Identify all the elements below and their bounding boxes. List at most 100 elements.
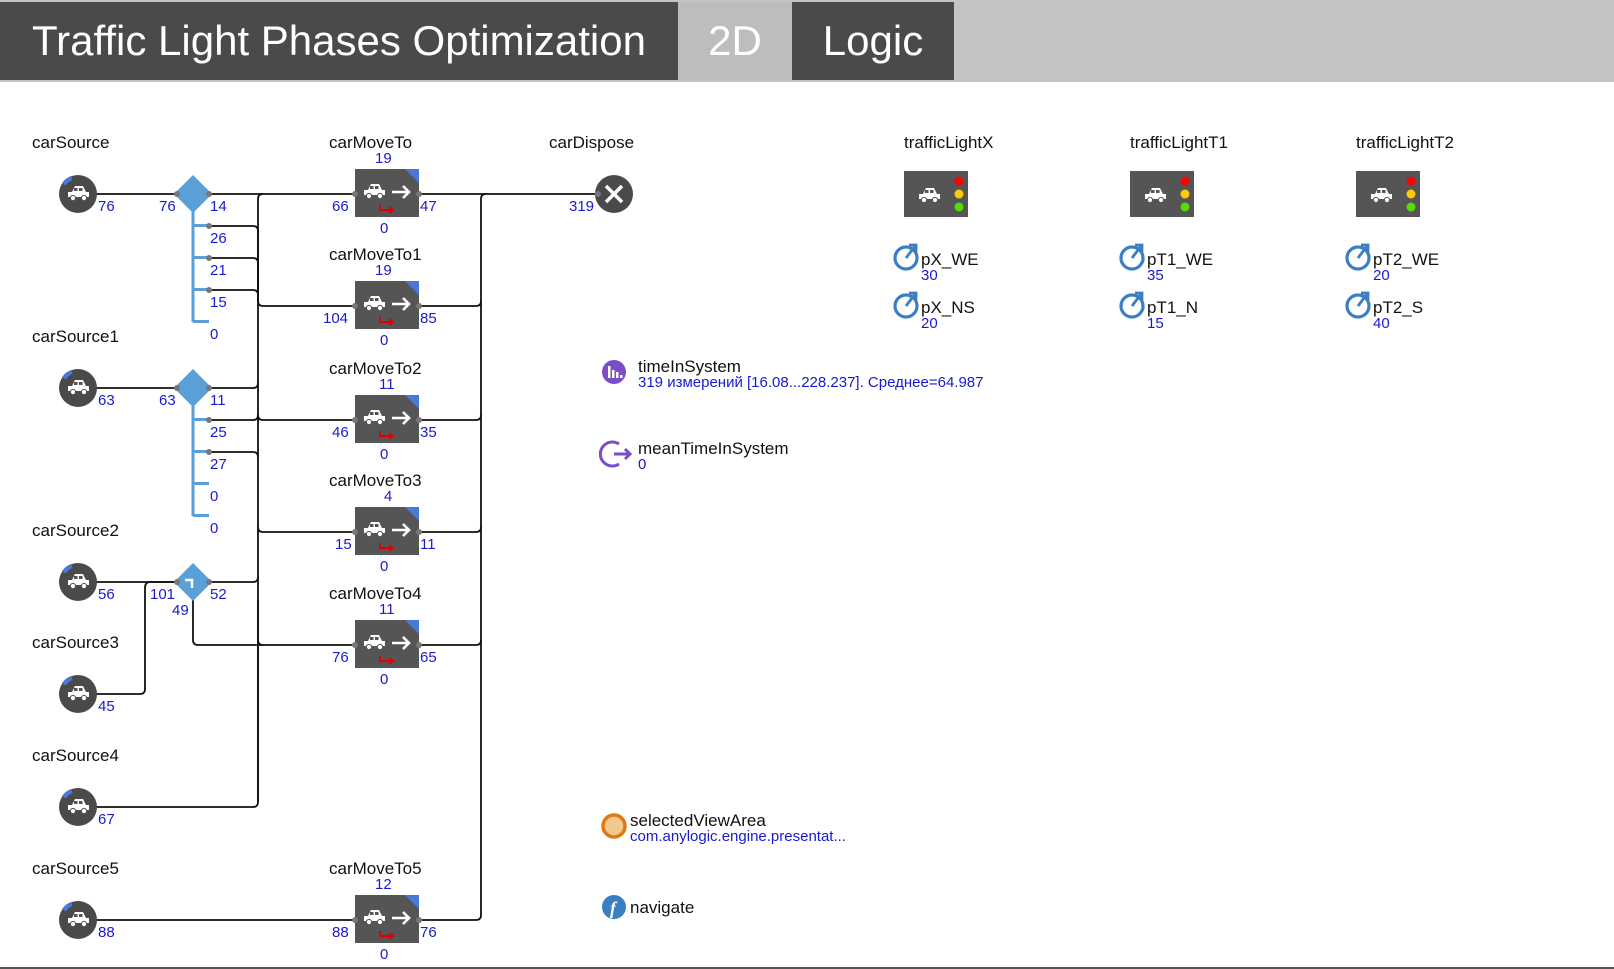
select-out-count: 27 — [210, 456, 227, 473]
move-to-in-count: 46 — [332, 424, 349, 441]
traffic-light-label: trafficLightT1 — [1130, 133, 1228, 152]
tab-2d[interactable]: 2D — [678, 2, 792, 80]
function-label: navigate — [630, 898, 694, 917]
select-out-count: 15 — [210, 294, 227, 311]
car-move-to-2[interactable]: carMoveTo2 11 46 35 0 — [329, 359, 437, 463]
move-to-bottom-count: 0 — [380, 446, 388, 463]
move-to-out-count: 65 — [420, 649, 437, 666]
move-to-label: carMoveTo2 — [329, 359, 422, 378]
move-to-in-count: 88 — [332, 924, 349, 941]
car-move-to[interactable]: carMoveTo 19 66 47 0 — [329, 133, 437, 237]
move-to-label: carMoveTo4 — [329, 584, 422, 603]
variable-value: com.anylogic.engine.presentat... — [630, 828, 846, 845]
select-out-count: 0 — [210, 520, 218, 537]
dispose-label: carDispose — [549, 133, 634, 152]
traffic-light-t2[interactable]: trafficLightT2 — [1356, 133, 1454, 217]
parameter-value: 20 — [1373, 267, 1390, 284]
parameter-value: 15 — [1147, 315, 1164, 332]
move-to-bottom-count: 0 — [380, 220, 388, 237]
source-label: carSource — [32, 133, 109, 152]
parameter-pt1-n[interactable]: pT1_N 15 — [1119, 291, 1198, 332]
source-label: carSource1 — [32, 327, 119, 346]
parameter-value: 20 — [921, 315, 938, 332]
select-output-2[interactable]: 101 52 49 — [150, 563, 227, 619]
model-title: Traffic Light Phases Optimization — [0, 2, 678, 80]
connectors — [78, 193, 595, 921]
dataset-stats: 319 измерений [16.08...228.237]. Среднее… — [638, 374, 983, 391]
select-out-count: 0 — [210, 488, 218, 505]
variable-value: 0 — [638, 456, 646, 473]
move-to-top-count: 4 — [384, 488, 392, 505]
select-in-count: 101 — [150, 586, 175, 603]
select-out-count: 14 — [210, 198, 227, 215]
move-to-top-count: 11 — [379, 601, 395, 618]
move-to-bottom-count: 0 — [380, 671, 388, 688]
move-to-top-count: 12 — [375, 876, 392, 893]
source-count: 76 — [98, 198, 115, 215]
select-out-count: 26 — [210, 230, 227, 247]
parameter-pt2-we[interactable]: pT2_WE 20 — [1345, 243, 1439, 284]
move-to-bottom-count: 0 — [380, 558, 388, 575]
parameter-pt2-s[interactable]: pT2_S 40 — [1345, 291, 1423, 332]
traffic-light-x[interactable]: trafficLightX — [904, 133, 993, 217]
move-to-out-count: 85 — [420, 310, 437, 327]
selected-view-area-variable[interactable]: selectedViewArea com.anylogic.engine.pre… — [601, 811, 846, 845]
parameter-value: 30 — [921, 267, 938, 284]
source-label: carSource3 — [32, 633, 119, 652]
source-count: 67 — [98, 811, 115, 828]
navigate-function[interactable]: f navigate — [602, 895, 694, 919]
tab-logic[interactable]: Logic — [792, 2, 954, 80]
move-to-bottom-count: 0 — [380, 946, 388, 963]
select-out-count: 11 — [210, 392, 226, 409]
source-label: carSource2 — [32, 521, 119, 540]
car-source-1[interactable]: carSource1 63 — [32, 327, 119, 409]
car-move-to-1[interactable]: carMoveTo1 19 104 85 0 — [323, 245, 437, 349]
parameter-px-we[interactable]: pX_WE 30 — [893, 243, 979, 284]
variable-label: meanTimeInSystem — [638, 439, 789, 458]
car-source-4[interactable]: carSource4 67 — [32, 746, 119, 828]
move-to-label: carMoveTo — [329, 133, 412, 152]
traffic-light-label: trafficLightT2 — [1356, 133, 1454, 152]
move-to-in-count: 15 — [335, 536, 352, 553]
select-out-count: 0 — [210, 326, 218, 343]
move-to-in-count: 66 — [332, 198, 349, 215]
parameter-value: 35 — [1147, 267, 1164, 284]
move-to-in-count: 104 — [323, 310, 348, 327]
parameter-value: 40 — [1373, 315, 1390, 332]
source-count: 88 — [98, 924, 115, 941]
car-source-2[interactable]: carSource2 56 — [32, 521, 119, 603]
source-label: carSource5 — [32, 859, 119, 878]
move-to-bottom-count: 0 — [380, 332, 388, 349]
time-in-system-dataset[interactable]: timeInSystem 319 измерений [16.08...228.… — [602, 357, 983, 391]
traffic-light-t1[interactable]: trafficLightT1 — [1130, 133, 1228, 217]
select-out-count: 49 — [172, 602, 189, 619]
source-count: 56 — [98, 586, 115, 603]
car-source[interactable]: carSource 76 — [32, 133, 115, 215]
move-to-out-count: 11 — [420, 536, 436, 553]
car-move-to-3[interactable]: carMoveTo3 4 15 11 0 — [329, 471, 436, 575]
car-source-3[interactable]: carSource3 45 — [32, 633, 119, 715]
parameter-px-ns[interactable]: pX_NS 20 — [893, 291, 975, 332]
source-label: carSource4 — [32, 746, 119, 765]
move-to-top-count: 19 — [375, 262, 392, 279]
traffic-light-label: trafficLightX — [904, 133, 993, 152]
car-move-to-5[interactable]: carMoveTo5 12 88 76 0 — [329, 859, 437, 963]
move-to-label: carMoveTo3 — [329, 471, 422, 490]
move-to-out-count: 76 — [420, 924, 437, 941]
move-to-out-count: 47 — [420, 198, 437, 215]
move-to-top-count: 19 — [375, 150, 392, 167]
select-out-count: 21 — [210, 262, 227, 279]
select-in-count: 76 — [159, 198, 176, 215]
title-bar: Traffic Light Phases Optimization 2D Log… — [0, 0, 1614, 82]
move-to-in-count: 76 — [332, 649, 349, 666]
select-out-count: 52 — [210, 586, 227, 603]
car-source-5[interactable]: carSource5 88 — [32, 859, 119, 941]
car-dispose[interactable]: carDispose 319 — [549, 133, 634, 215]
select-out-count: 25 — [210, 424, 227, 441]
move-to-out-count: 35 — [420, 424, 437, 441]
mean-time-in-system-variable[interactable]: meanTimeInSystem 0 — [598, 439, 789, 473]
logic-canvas: carSource 76 carSource1 63 carSource2 56… — [32, 133, 1454, 963]
car-move-to-4[interactable]: carMoveTo4 11 76 65 0 — [329, 584, 437, 688]
parameter-pt1-we[interactable]: pT1_WE 35 — [1119, 243, 1213, 284]
select-in-count: 63 — [159, 392, 176, 409]
